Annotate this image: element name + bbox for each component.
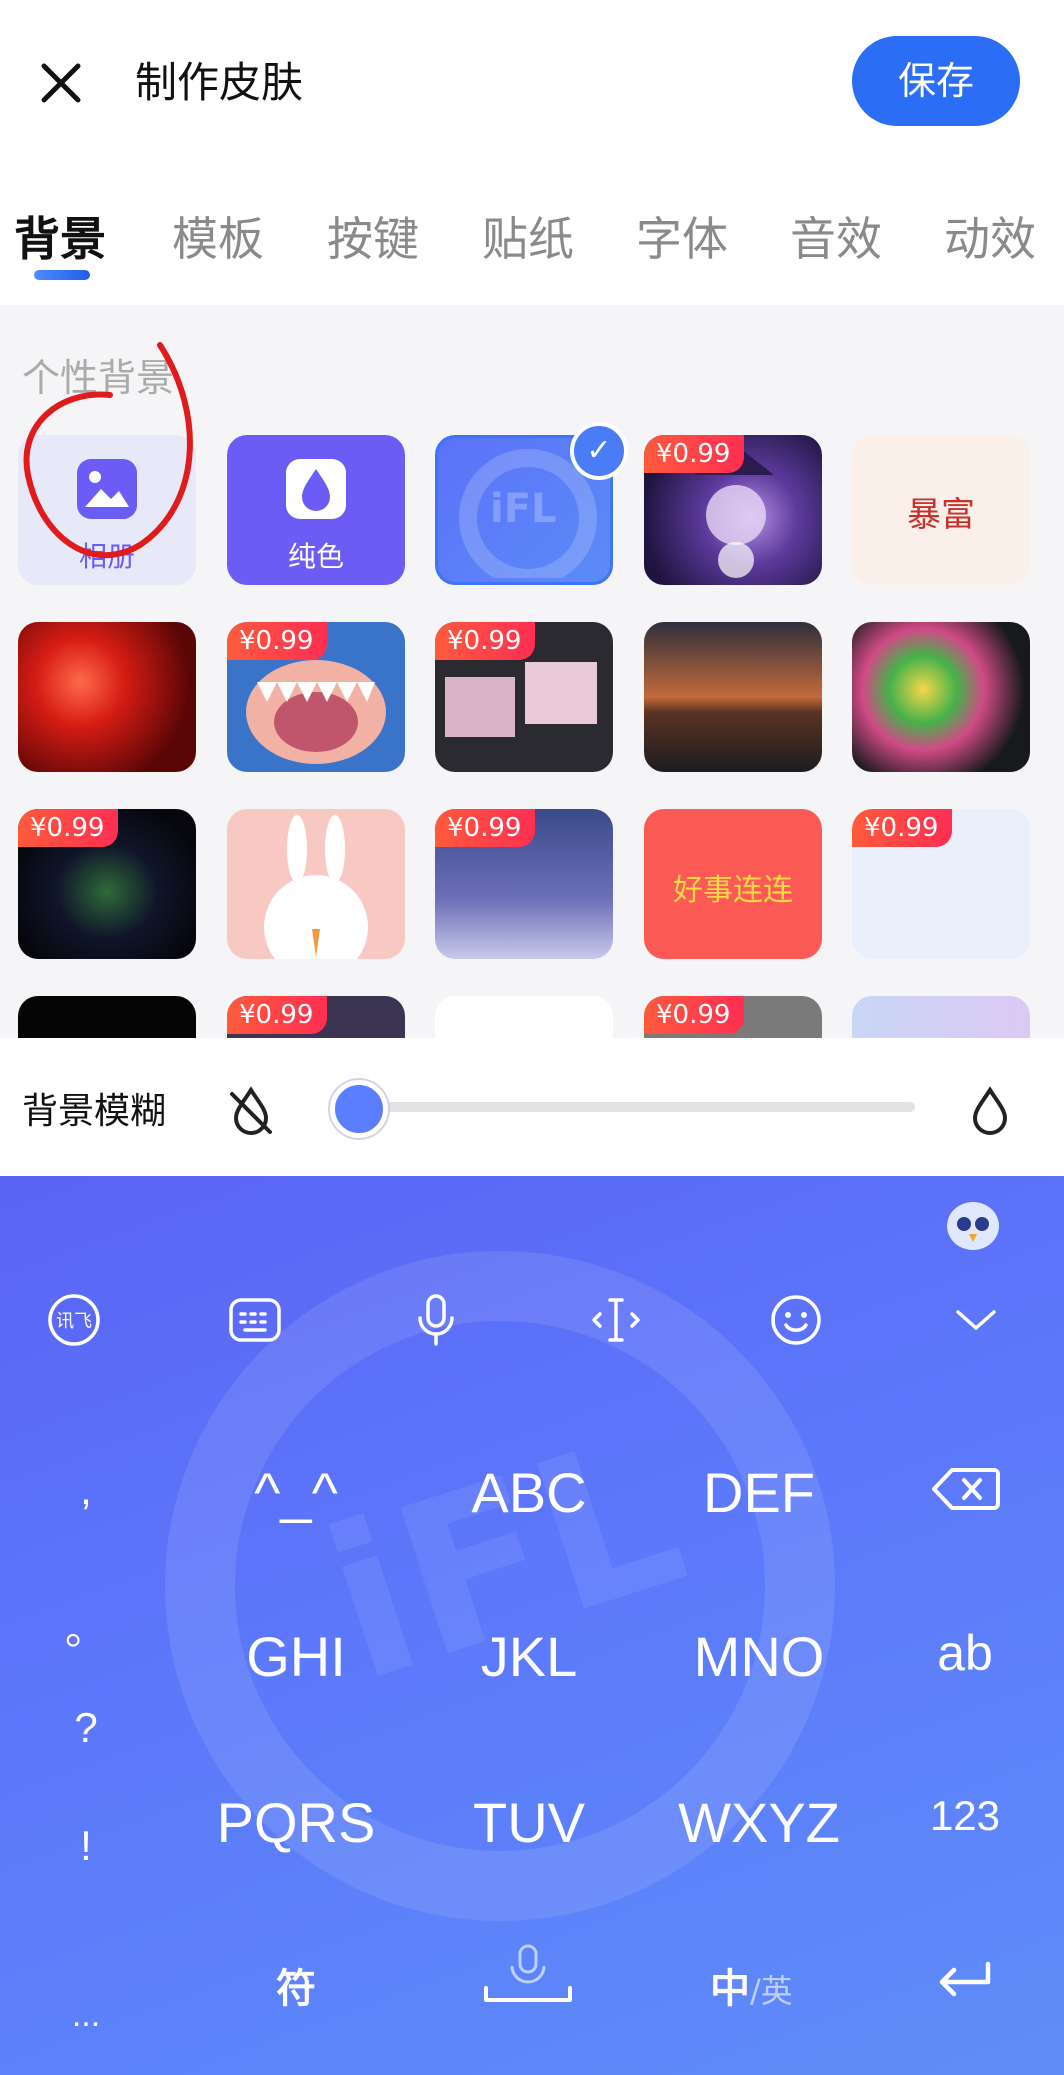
- enter-icon[interactable]: [934, 1958, 994, 2004]
- price-badge: ¥0.99: [227, 996, 328, 1034]
- background-thumb-gradient[interactable]: [852, 996, 1030, 1038]
- background-thumb-bunny[interactable]: [227, 809, 405, 959]
- language-switch-key[interactable]: 中/英: [710, 1956, 793, 2014]
- tab-stickers[interactable]: 贴纸: [482, 203, 574, 269]
- backspace-icon[interactable]: [932, 1466, 1000, 1512]
- key-def[interactable]: DEF: [659, 1460, 859, 1525]
- lang-secondary: /英: [750, 1972, 793, 2010]
- background-thumb-night-moon[interactable]: ¥0.99: [227, 996, 405, 1038]
- keyboard-preview: iFL 讯飞 , 。 ? ! ... ^_^ ABC DEF GHI JKL M…: [0, 1176, 1064, 2075]
- solid-label: 纯色: [287, 540, 344, 573]
- tab-keys[interactable]: 按键: [327, 203, 419, 269]
- blur-control-row: 背景模糊: [0, 1038, 1064, 1176]
- blur-slider-thumb[interactable]: [330, 1080, 388, 1138]
- background-thumb-good-luck[interactable]: 好事连连: [644, 809, 822, 959]
- background-thumb-gray[interactable]: ¥0.99: [644, 996, 822, 1038]
- price-badge: ¥0.99: [435, 622, 536, 660]
- price-badge: ¥0.99: [227, 622, 328, 660]
- tab-animation[interactable]: 动效: [944, 203, 1036, 269]
- background-thumb-neon[interactable]: ¥0.99: [18, 809, 196, 959]
- cursor-move-icon[interactable]: [588, 1292, 644, 1348]
- key-jkl[interactable]: JKL: [429, 1624, 629, 1689]
- selected-check-icon: ✓: [570, 422, 628, 480]
- punct-comma[interactable]: ,: [56, 1466, 116, 1514]
- fortune-text: 暴富: [907, 495, 975, 535]
- background-thumb-night-clouds[interactable]: ¥0.99: [435, 809, 613, 959]
- background-thumb-black[interactable]: [18, 996, 196, 1038]
- keyboard-layout-icon[interactable]: [227, 1292, 283, 1348]
- background-thumb-fortune[interactable]: 暴富: [852, 435, 1030, 585]
- key-pqrs[interactable]: PQRS: [196, 1790, 396, 1855]
- solid-color-option[interactable]: 纯色: [227, 435, 405, 585]
- bunny-illustration: [264, 815, 368, 959]
- punct-question[interactable]: ?: [56, 1704, 116, 1752]
- price-badge: ¥0.99: [852, 809, 953, 847]
- category-tabs: 背景 模板 按键 贴纸 字体 音效 动效: [0, 165, 1064, 305]
- background-thumb-anime-grid[interactable]: ¥0.99: [435, 622, 613, 772]
- background-thumb-white[interactable]: [435, 996, 613, 1038]
- tab-font[interactable]: 字体: [636, 203, 728, 269]
- tab-template[interactable]: 模板: [172, 203, 264, 269]
- key-123[interactable]: 123: [910, 1792, 1020, 1840]
- good-luck-text: 好事连连: [673, 873, 793, 908]
- key-ghi[interactable]: GHI: [196, 1624, 396, 1689]
- blur-max-icon: [972, 1086, 1008, 1135]
- key-abc[interactable]: ABC: [429, 1460, 629, 1525]
- price-badge: ¥0.99: [644, 435, 745, 473]
- key-wxyz[interactable]: WXYZ: [659, 1790, 859, 1855]
- ifly-logo-icon[interactable]: 讯飞: [46, 1292, 102, 1348]
- background-thumb-lanterns[interactable]: [18, 622, 196, 772]
- blur-off-icon: [230, 1086, 272, 1135]
- key-symbols[interactable]: 符: [246, 1956, 346, 2014]
- price-badge: ¥0.99: [435, 809, 536, 847]
- page-title: 制作皮肤: [135, 58, 304, 107]
- punct-period[interactable]: 。: [56, 1596, 116, 1657]
- price-badge: ¥0.99: [644, 996, 745, 1034]
- punct-ellipsis[interactable]: ...: [56, 1996, 116, 2035]
- mascot-icon[interactable]: [945, 1196, 1001, 1252]
- background-panel: 个性背景 相册 纯色 iFL ✓ ¥0.99 暴富 ¥0.99 ¥0.99 ¥0…: [0, 305, 1064, 1038]
- svg-text:讯飞: 讯飞: [56, 1311, 92, 1332]
- watermark-text: iFL: [490, 486, 557, 532]
- background-thumb-pastel-anime[interactable]: ¥0.99: [852, 809, 1030, 959]
- tab-background[interactable]: 背景: [14, 203, 106, 269]
- save-button[interactable]: 保存: [852, 36, 1020, 126]
- background-thumb-witch[interactable]: ¥0.99: [644, 435, 822, 585]
- red-circle-annotation: [23, 342, 193, 559]
- emoji-icon[interactable]: [768, 1292, 824, 1348]
- background-thumb-fireworks[interactable]: [852, 622, 1030, 772]
- top-bar: 制作皮肤 保存: [0, 0, 1064, 165]
- background-thumb-sunset-sparkler[interactable]: [644, 622, 822, 772]
- key-ab[interactable]: ab: [910, 1624, 1020, 1682]
- space-voice-icon[interactable]: [482, 1944, 574, 2014]
- microphone-icon[interactable]: [408, 1292, 464, 1348]
- background-thumb-shark[interactable]: ¥0.99: [227, 622, 405, 772]
- active-tab-indicator: [34, 270, 90, 280]
- punct-exclaim[interactable]: !: [56, 1822, 116, 1870]
- price-badge: ¥0.99: [18, 809, 119, 847]
- blur-label: 背景模糊: [22, 1091, 167, 1132]
- droplet-icon: [286, 459, 346, 519]
- lang-primary: 中: [710, 1966, 750, 2012]
- close-button[interactable]: [30, 52, 92, 114]
- tab-sound[interactable]: 音效: [790, 203, 882, 269]
- blur-slider-track[interactable]: [350, 1102, 915, 1112]
- key-tuv[interactable]: TUV: [429, 1790, 629, 1855]
- key-mno[interactable]: MNO: [659, 1624, 859, 1689]
- key-emoticon[interactable]: ^_^: [196, 1460, 396, 1525]
- chevron-down-icon[interactable]: [948, 1292, 1004, 1348]
- close-icon: [41, 63, 81, 103]
